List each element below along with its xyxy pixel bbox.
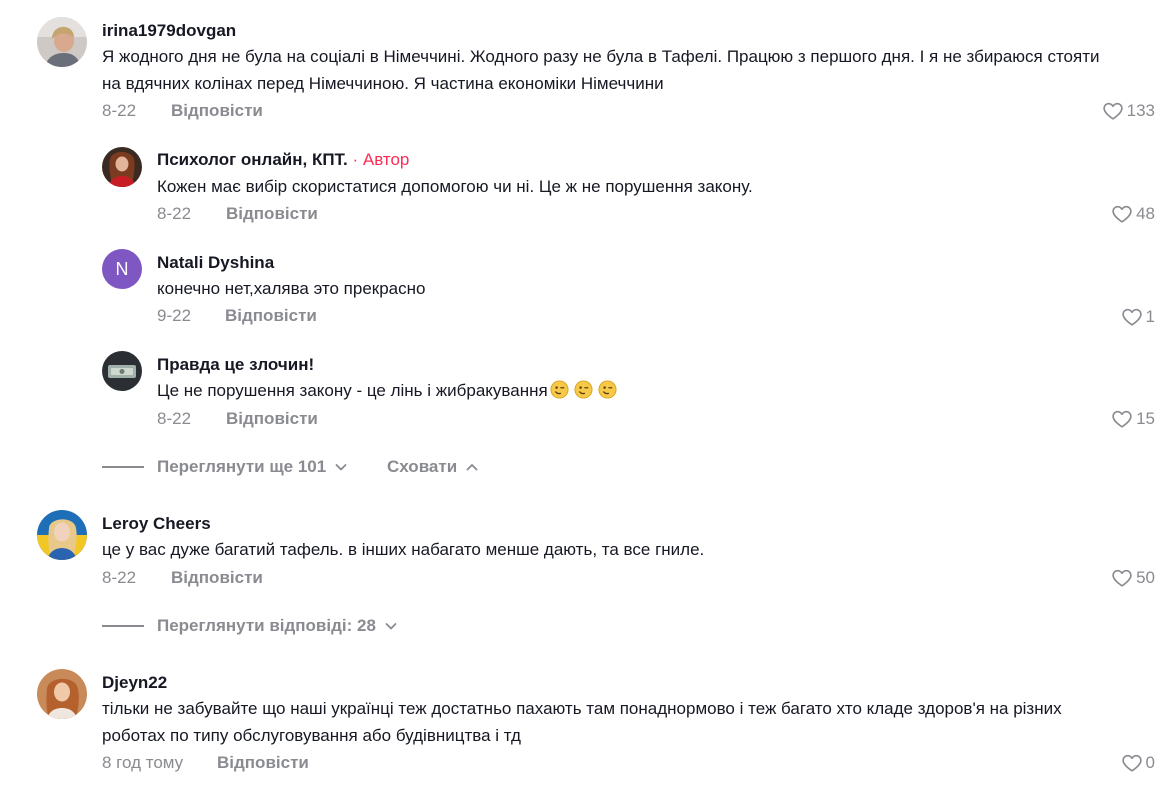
winking-face-icon xyxy=(598,380,617,399)
reply-text-content: Це не порушення закону - це лінь і жибра… xyxy=(157,381,548,400)
like-button[interactable]: 48 xyxy=(1111,203,1155,225)
winking-face-icon xyxy=(550,380,569,399)
reply-date: 9-22 xyxy=(157,306,192,325)
like-button[interactable]: 0 xyxy=(1121,752,1155,774)
reply-username[interactable]: Natali Dyshina xyxy=(157,253,274,273)
like-button[interactable]: 133 xyxy=(1102,100,1155,122)
avatar[interactable] xyxy=(102,351,142,391)
like-count: 15 xyxy=(1136,409,1155,428)
like-count: 50 xyxy=(1136,568,1155,587)
hide-replies-button[interactable]: Сховати xyxy=(387,457,479,477)
comment-text: на вдячних колінах перед Німеччиною. Я ч… xyxy=(102,74,664,93)
reply-button[interactable]: Відповісти xyxy=(171,101,263,121)
like-count: 0 xyxy=(1145,753,1155,772)
avatar-letter: N xyxy=(115,258,129,279)
reply-text: Це не порушення закону - це лінь і жибра… xyxy=(157,377,617,404)
comment-date: 8 год тому xyxy=(102,753,184,772)
reply-button[interactable]: Відповісти xyxy=(226,409,318,429)
heart-icon xyxy=(1121,752,1143,774)
comment-username[interactable]: irina1979dovgan xyxy=(102,21,236,41)
comment-text: це у вас дуже багатий тафель. в інших на… xyxy=(102,540,705,559)
like-count: 1 xyxy=(1145,307,1155,326)
comment-date: 8-22 xyxy=(102,568,137,587)
reply-username[interactable]: Правда це злочин! xyxy=(157,355,314,375)
avatar[interactable] xyxy=(37,669,87,719)
author-badge: · Автор xyxy=(347,150,410,169)
hide-label[interactable]: Сховати xyxy=(387,457,457,477)
reply-date: 8-22 xyxy=(157,409,192,428)
winking-face-icon xyxy=(574,380,593,399)
heart-icon xyxy=(1111,408,1133,430)
reply-username[interactable]: Психолог онлайн, КПТ. · Автор xyxy=(157,150,409,170)
chevron-up-icon xyxy=(465,460,479,474)
comment-date: 8-22 xyxy=(102,101,137,120)
view-replies-button[interactable]: Переглянути відповіді: 28 xyxy=(157,616,398,636)
heart-icon xyxy=(1121,306,1143,328)
view-replies-label[interactable]: Переглянути відповіді: 28 xyxy=(157,616,376,636)
avatar[interactable] xyxy=(37,510,87,560)
avatar[interactable] xyxy=(102,147,142,187)
comment-username[interactable]: Leroy Cheers xyxy=(102,514,211,534)
like-button[interactable]: 50 xyxy=(1111,567,1155,589)
reply-button[interactable]: Відповісти xyxy=(217,753,309,773)
reply-date: 8-22 xyxy=(157,204,192,223)
comment-text: роботах по типу обслуговування або будів… xyxy=(102,726,521,745)
thread-divider xyxy=(102,625,144,627)
chevron-down-icon xyxy=(334,460,348,474)
chevron-down-icon xyxy=(384,619,398,633)
heart-icon xyxy=(1111,203,1133,225)
like-button[interactable]: 1 xyxy=(1121,306,1155,328)
heart-icon xyxy=(1102,100,1124,122)
like-count: 48 xyxy=(1136,204,1155,223)
avatar[interactable] xyxy=(37,17,87,67)
reply-text: Кожен має вибір скористатися допомогою ч… xyxy=(157,177,753,196)
reply-button[interactable]: Відповісти xyxy=(226,204,318,224)
username-text[interactable]: Психолог онлайн, КПТ. xyxy=(157,150,348,169)
view-more-replies-button[interactable]: Переглянути ще 101 xyxy=(157,457,348,477)
like-button[interactable]: 15 xyxy=(1111,408,1155,430)
comment-text: тільки не забувайте що наші українці теж… xyxy=(102,699,1062,718)
reply-button[interactable]: Відповісти xyxy=(225,306,317,326)
avatar[interactable]: N xyxy=(102,249,142,289)
thread-divider xyxy=(102,466,144,468)
comment-username[interactable]: Djeyn22 xyxy=(102,673,167,693)
like-count: 133 xyxy=(1126,101,1155,120)
reply-text: конечно нет,халява это прекрасно xyxy=(157,279,426,298)
comment-text: Я жодного дня не була на соціалі в Німеч… xyxy=(102,47,1100,66)
view-more-label[interactable]: Переглянути ще 101 xyxy=(157,457,326,477)
heart-icon xyxy=(1111,567,1133,589)
reply-button[interactable]: Відповісти xyxy=(171,568,263,588)
